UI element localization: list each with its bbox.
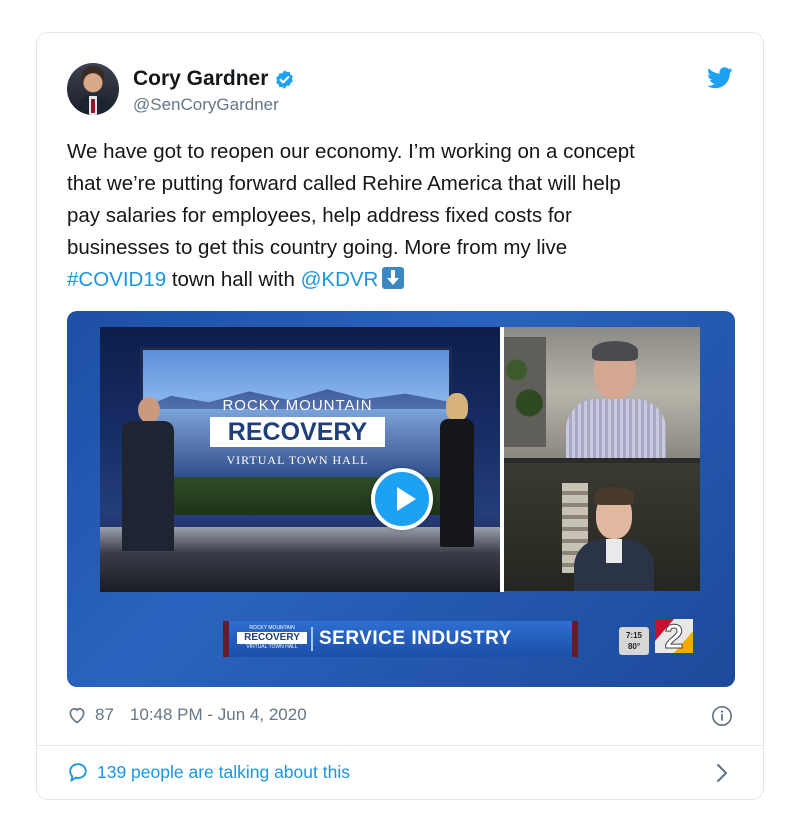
chevron-right-icon[interactable] bbox=[715, 762, 729, 784]
avatar[interactable] bbox=[67, 63, 119, 115]
verified-badge-icon bbox=[276, 69, 294, 89]
info-icon[interactable] bbox=[711, 705, 733, 727]
author-display-name[interactable]: Cory Gardner bbox=[133, 67, 268, 91]
weather-bug: 7:15 80° bbox=[619, 627, 649, 655]
hashtag-link[interactable]: #COVID19 bbox=[67, 268, 166, 291]
station-number: 2 bbox=[665, 618, 684, 656]
talking-count-text[interactable]: 139 people are talking about this bbox=[97, 762, 350, 783]
weather-time: 7:15 bbox=[625, 631, 642, 640]
video-player[interactable]: ROCKY MOUNTAIN RECOVERY VIRTUAL TOWN HAL… bbox=[67, 311, 735, 687]
tweet-text-line: businesses to get this country going. Mo… bbox=[67, 236, 568, 259]
author-name-row[interactable]: Cory Gardner bbox=[133, 67, 295, 91]
lower-third-logo: ROCKY MOUNTAIN RECOVERY VIRTUAL TOWN HAL… bbox=[237, 625, 307, 653]
mention-link[interactable]: @KDVR bbox=[301, 268, 379, 291]
conversation-link[interactable]: 139 people are talking about this bbox=[67, 761, 350, 783]
tweet-text: We have got to reopen our economy. I’m w… bbox=[67, 136, 737, 296]
tweet-timestamp[interactable]: 10:48 PM - Jun 4, 2020 bbox=[130, 705, 307, 725]
tweet-text-line: #COVID19 town hall with @KDVR bbox=[67, 264, 737, 296]
speech-bubble-icon bbox=[69, 763, 87, 783]
remote-guest-video-2 bbox=[504, 463, 700, 591]
tweet-text-line: We have got to reopen our economy. I’m w… bbox=[67, 140, 635, 163]
author-handle[interactable]: @SenCoryGardner bbox=[133, 95, 279, 115]
station-logo-icon: 2 bbox=[655, 618, 693, 657]
tweet-meta-row: 87 10:48 PM - Jun 4, 2020 bbox=[67, 705, 307, 725]
lower-third-logo-main: RECOVERY bbox=[237, 632, 307, 644]
tweet-text-line: pay salaries for employees, help address… bbox=[67, 204, 572, 227]
tweet-text-fragment: town hall with bbox=[166, 268, 301, 291]
screen-title-top: ROCKY MOUNTAIN bbox=[222, 397, 373, 414]
studio-video-frame: ROCKY MOUNTAIN RECOVERY VIRTUAL TOWN HAL… bbox=[100, 327, 500, 592]
footer-divider bbox=[37, 745, 763, 746]
like-count[interactable]: 87 bbox=[95, 705, 114, 725]
tweet-card[interactable]: Cory Gardner @SenCoryGardner We have got… bbox=[36, 32, 764, 800]
screen-title-main: RECOVERY bbox=[210, 417, 385, 447]
screen-title-sub: VIRTUAL TOWN HALL bbox=[226, 453, 369, 467]
remote-guest-video-1 bbox=[504, 327, 700, 458]
anchor-woman-figure bbox=[434, 393, 482, 553]
lower-third-logo-sub: VIRTUAL TOWN HALL bbox=[246, 644, 298, 650]
weather-temp: 80° bbox=[627, 642, 641, 651]
lower-third-topic: SERVICE INDUSTRY bbox=[319, 628, 512, 649]
twitter-bird-icon[interactable] bbox=[707, 67, 733, 89]
play-button[interactable] bbox=[371, 468, 433, 530]
tweet-text-line: that we’re putting forward called Rehire… bbox=[67, 172, 621, 195]
heart-icon[interactable] bbox=[67, 705, 87, 725]
lower-third-banner: ROCKY MOUNTAIN RECOVERY VIRTUAL TOWN HAL… bbox=[223, 621, 578, 657]
lower-third-logo-top: ROCKY MOUNTAIN bbox=[249, 625, 295, 631]
down-arrow-emoji-icon bbox=[382, 267, 405, 289]
anchor-man-figure bbox=[118, 397, 178, 557]
